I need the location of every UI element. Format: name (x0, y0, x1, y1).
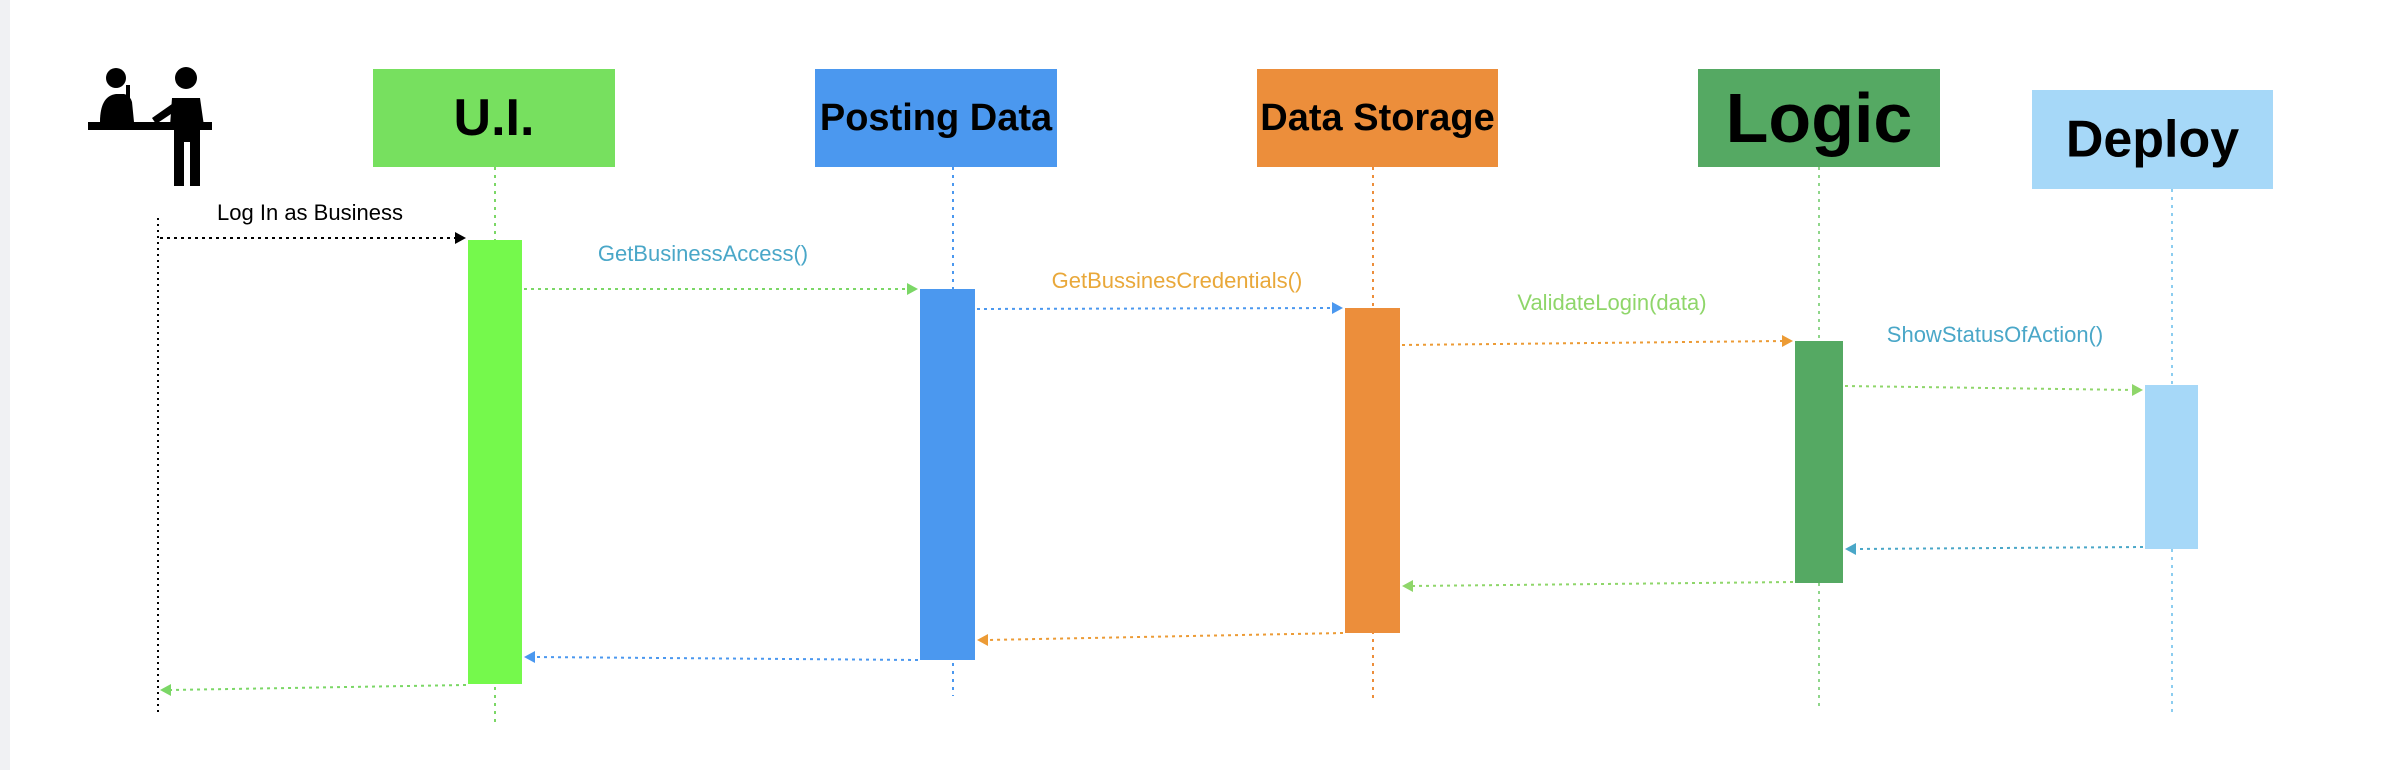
return-arrow-logic-to-storage-arrowhead (1402, 580, 1413, 592)
messages: Log In as Business GetBusinessAccess() Get… (160, 200, 2143, 396)
message-label-get-access: GetBusinessAccess() (598, 241, 808, 266)
return-arrow-ui-to-actor-arrowhead (160, 684, 171, 696)
message-label-validate-login: ValidateLogin(data) (1517, 290, 1706, 315)
header-label-logic: Logic (1726, 79, 1913, 157)
message-arrow-login-arrowhead (455, 232, 466, 244)
header-label-posting: Posting Data (820, 97, 1053, 139)
message-label-show-status: ShowStatusOfAction() (1887, 322, 2103, 347)
return-arrow-storage-to-posting-arrowhead (977, 634, 988, 646)
return-arrow-deploy-to-logic-line (1854, 546, 2144, 550)
message-arrow-show-status-line (1844, 385, 2134, 391)
message-arrow-login (160, 232, 466, 244)
message-arrow-get-credentials (976, 302, 1343, 314)
business-actor-icon (88, 67, 212, 186)
return-messages (160, 543, 2144, 696)
return-arrow-ui-to-actor (160, 684, 467, 696)
return-arrow-deploy-to-logic (1845, 543, 2144, 555)
message-arrow-get-access-arrowhead (907, 283, 918, 295)
return-arrow-ui-to-actor-line (169, 684, 467, 691)
message-arrow-get-credentials-line (976, 307, 1334, 310)
header-label-deploy: Deploy (2066, 111, 2239, 169)
message-arrow-show-status-arrowhead (2132, 384, 2143, 396)
message-arrow-validate-login-line (1401, 340, 1784, 346)
activation-bar-storage (1345, 308, 1400, 633)
message-arrow-get-credentials-arrowhead (1332, 302, 1343, 314)
message-arrow-validate-login (1401, 335, 1793, 347)
activation-bar-ui (468, 240, 522, 684)
lifelines (157, 167, 2173, 724)
return-arrow-posting-to-ui-line (533, 656, 919, 661)
lifeline-headers: U.I. Posting Data Data Storage Logic Deploy (373, 69, 2273, 189)
message-arrow-get-access (524, 283, 918, 295)
return-arrow-storage-to-posting-line (986, 632, 1344, 641)
message-arrow-show-status (1844, 384, 2143, 396)
activation-bar-posting (920, 289, 975, 660)
message-label-login: Log In as Business (217, 200, 403, 225)
return-arrow-logic-to-storage (1402, 580, 1794, 592)
return-arrow-posting-to-ui-arrowhead (524, 651, 535, 663)
activation-bar-deploy (2145, 385, 2198, 549)
header-label-storage: Data Storage (1260, 97, 1494, 139)
sequence-diagram: U.I. Posting Data Data Storage Logic Deploy … (88, 67, 2273, 724)
message-arrow-validate-login-arrowhead (1782, 335, 1793, 347)
message-label-get-credentials: GetBussinesCredentials() (1052, 268, 1303, 293)
return-arrow-posting-to-ui (524, 651, 919, 663)
return-arrow-storage-to-posting (977, 632, 1344, 646)
return-arrow-deploy-to-logic-arrowhead (1845, 543, 1856, 555)
return-arrow-logic-to-storage-line (1411, 581, 1794, 587)
header-label-ui: U.I. (454, 89, 535, 147)
activation-bar-logic (1795, 341, 1843, 583)
